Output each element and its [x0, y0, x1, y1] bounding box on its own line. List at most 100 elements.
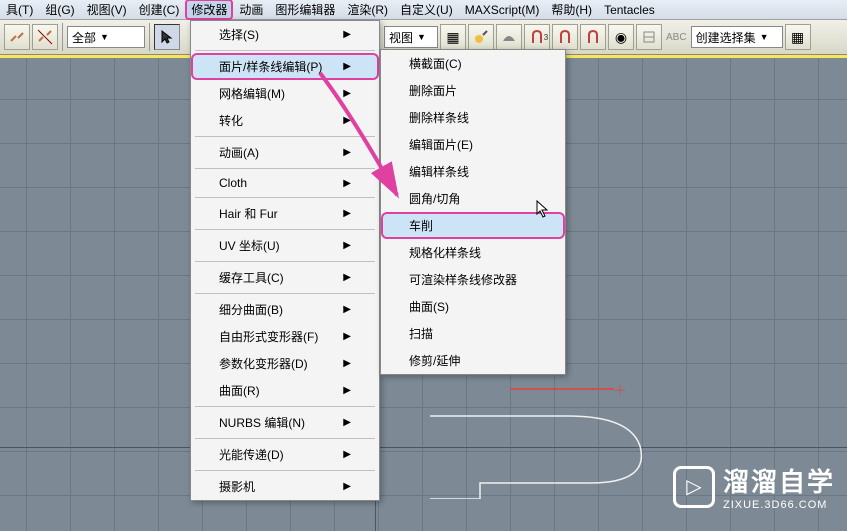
dropdown-label: 视图 — [389, 29, 413, 46]
menu-item-label: 曲面(S) — [409, 298, 449, 315]
menu-item-cache-tools[interactable]: 缓存工具(C) ▶ — [191, 264, 379, 291]
menu-item-label: 删除面片 — [409, 82, 457, 99]
menu-animation[interactable]: 动画 — [233, 0, 269, 20]
submenu-arrow-icon: ▶ — [343, 449, 351, 460]
menu-modifiers[interactable]: 修改器 — [185, 0, 233, 20]
toolbar-icon[interactable]: ▦ — [785, 24, 811, 50]
submenu-arrow-icon: ▶ — [343, 481, 351, 492]
menu-create[interactable]: 创建(C) — [133, 0, 186, 20]
menu-item-parametric[interactable]: 参数化变形器(D) ▶ — [191, 350, 379, 377]
toolbar-icon[interactable] — [468, 24, 494, 50]
axis-marker-icon — [615, 385, 625, 395]
menu-render[interactable]: 渲染(R) — [341, 0, 394, 20]
menu-item-label: 面片/样条线编辑(P) — [219, 58, 322, 75]
mouse-cursor-icon — [536, 200, 552, 220]
menu-item-label: 缓存工具(C) — [219, 269, 284, 286]
menu-graph-editors[interactable]: 图形编辑器 — [269, 0, 341, 20]
submenu-edit-patch[interactable]: 编辑面片(E) — [381, 131, 565, 158]
link-icon[interactable] — [4, 24, 30, 50]
view-dropdown[interactable]: 视图 ▼ — [384, 26, 438, 48]
snap-toggle-icon[interactable]: 3 — [524, 24, 550, 50]
submenu-renderable-spline[interactable]: 可渲染样条线修改器 — [381, 266, 565, 293]
abc-label: ABC — [666, 32, 687, 43]
angle-snap-icon[interactable] — [552, 24, 578, 50]
modifiers-menu-panel: 选择(S) ▶ 面片/样条线编辑(P) ▶ 网格编辑(M) ▶ 转化 ▶ 动画(… — [190, 20, 380, 501]
menu-item-label: 选择(S) — [219, 26, 259, 43]
submenu-arrow-icon: ▶ — [343, 147, 351, 158]
submenu-arrow-icon: ▶ — [343, 29, 351, 40]
menu-item-hair-fur[interactable]: Hair 和 Fur ▶ — [191, 200, 379, 227]
watermark: ▷ 溜溜自学 ZIXUE.3D66.COM — [673, 462, 835, 511]
menu-item-label: 编辑样条线 — [409, 163, 469, 180]
submenu-delete-spline[interactable]: 删除样条线 — [381, 104, 565, 131]
brand-url: ZIXUE.3D66.COM — [723, 499, 835, 511]
chevron-down-icon: ▼ — [417, 32, 426, 42]
menu-item-label: 光能传递(D) — [219, 446, 284, 463]
selection-filter-dropdown[interactable]: 全部 ▼ — [67, 26, 145, 48]
dropdown-label: 全部 — [72, 29, 96, 46]
axis-indicator — [510, 388, 614, 390]
submenu-surface[interactable]: 曲面(S) — [381, 293, 565, 320]
submenu-trim-extend[interactable]: 修剪/延伸 — [381, 347, 565, 374]
menu-item-cloth[interactable]: Cloth ▶ — [191, 171, 379, 195]
menu-item-label: 修剪/延伸 — [409, 352, 460, 369]
menu-item-label: 动画(A) — [219, 144, 259, 161]
menu-item-mesh-edit[interactable]: 网格编辑(M) ▶ — [191, 80, 379, 107]
submenu-cross-section[interactable]: 横截面(C) — [381, 50, 565, 77]
menu-group[interactable]: 组(G) — [39, 0, 80, 20]
menu-item-label: 车削 — [409, 217, 433, 234]
menu-item-label: 删除样条线 — [409, 109, 469, 126]
toolbar-icon[interactable] — [496, 24, 522, 50]
menu-item-convert[interactable]: 转化 ▶ — [191, 107, 379, 134]
menu-item-animation[interactable]: 动画(A) ▶ — [191, 139, 379, 166]
menu-item-label: 编辑面片(E) — [409, 136, 473, 153]
chevron-down-icon: ▼ — [100, 32, 109, 42]
submenu-arrow-icon: ▶ — [343, 385, 351, 396]
submenu-edit-spline[interactable]: 编辑样条线 — [381, 158, 565, 185]
submenu-arrow-icon: ▶ — [343, 272, 351, 283]
menu-item-patch-spline-edit[interactable]: 面片/样条线编辑(P) ▶ — [191, 53, 379, 80]
menu-maxscript[interactable]: MAXScript(M) — [459, 1, 546, 19]
menu-item-surface[interactable]: 曲面(R) ▶ — [191, 377, 379, 404]
menu-item-label: 曲面(R) — [219, 382, 260, 399]
selection-set-dropdown[interactable]: 创建选择集 ▼ — [691, 26, 783, 48]
menu-item-subdivision[interactable]: 细分曲面(B) ▶ — [191, 296, 379, 323]
submenu-arrow-icon: ▶ — [343, 115, 351, 126]
submenu-sweep[interactable]: 扫描 — [381, 320, 565, 347]
toolbar-icon[interactable] — [636, 24, 662, 50]
select-arrow-icon[interactable] — [154, 24, 180, 50]
menu-item-label: 横截面(C) — [409, 55, 462, 72]
menu-tools[interactable]: 具(T) — [0, 0, 39, 20]
menu-item-radiosity[interactable]: 光能传递(D) ▶ — [191, 441, 379, 468]
menu-help[interactable]: 帮助(H) — [545, 0, 598, 20]
submenu-arrow-icon: ▶ — [343, 304, 351, 315]
menu-customize[interactable]: 自定义(U) — [394, 0, 459, 20]
menu-item-label: 规格化样条线 — [409, 244, 481, 261]
menu-item-label: 摄影机 — [219, 478, 255, 495]
menu-item-freeform[interactable]: 自由形式变形器(F) ▶ — [191, 323, 379, 350]
submenu-arrow-icon: ▶ — [343, 178, 351, 189]
menu-item-selection[interactable]: 选择(S) ▶ — [191, 21, 379, 48]
dropdown-label: 创建选择集 — [696, 29, 756, 46]
menu-item-cameras[interactable]: 摄影机 ▶ — [191, 473, 379, 500]
menu-item-uv[interactable]: UV 坐标(U) ▶ — [191, 232, 379, 259]
menu-item-label: NURBS 编辑(N) — [219, 414, 305, 431]
menu-item-label: 自由形式变形器(F) — [219, 328, 318, 345]
menu-view[interactable]: 视图(V) — [81, 0, 133, 20]
menu-item-label: 扫描 — [409, 325, 433, 342]
submenu-delete-patch[interactable]: 删除面片 — [381, 77, 565, 104]
submenu-normalize-spline[interactable]: 规格化样条线 — [381, 239, 565, 266]
submenu-arrow-icon: ▶ — [343, 88, 351, 99]
menu-bar: 具(T) 组(G) 视图(V) 创建(C) 修改器 动画 图形编辑器 渲染(R)… — [0, 0, 847, 20]
chevron-down-icon: ▼ — [760, 32, 769, 42]
unlink-icon[interactable] — [32, 24, 58, 50]
menu-item-label: 参数化变形器(D) — [219, 355, 308, 372]
play-icon: ▷ — [673, 466, 715, 508]
menu-item-nurbs[interactable]: NURBS 编辑(N) ▶ — [191, 409, 379, 436]
menu-item-label: UV 坐标(U) — [219, 237, 280, 254]
percent-snap-icon[interactable] — [580, 24, 606, 50]
menu-item-label: Cloth — [219, 176, 247, 190]
toolbar-icon[interactable]: ◉ — [608, 24, 634, 50]
menu-tentacles[interactable]: Tentacles — [598, 1, 661, 19]
toolbar-icon[interactable]: ▦ — [440, 24, 466, 50]
